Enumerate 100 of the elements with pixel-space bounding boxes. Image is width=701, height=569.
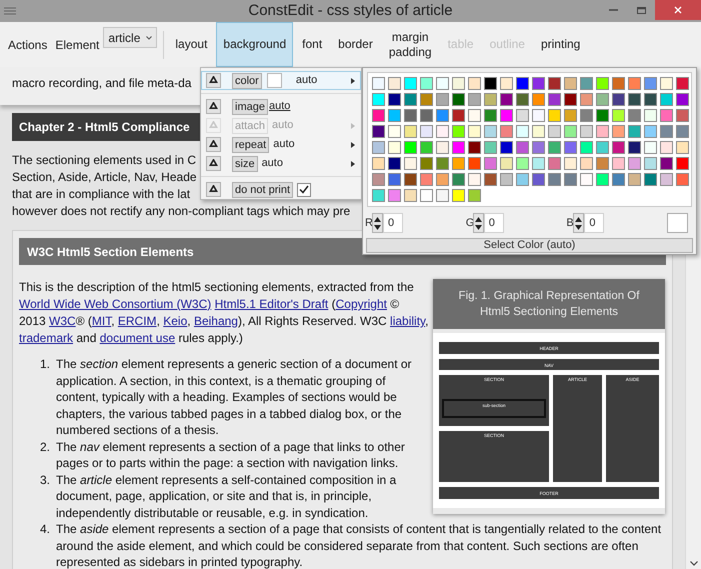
color-swatch[interactable] <box>388 189 401 202</box>
color-swatch[interactable] <box>484 109 497 122</box>
color-swatch[interactable] <box>436 109 449 122</box>
color-swatch[interactable] <box>596 173 609 186</box>
menu-item[interactable]: size auto <box>201 154 361 173</box>
color-swatch[interactable] <box>372 173 385 186</box>
color-swatch[interactable] <box>388 77 401 90</box>
color-swatch[interactable] <box>484 157 497 170</box>
color-swatch[interactable] <box>564 141 577 154</box>
color-swatch[interactable] <box>660 125 673 138</box>
color-swatch[interactable] <box>548 93 561 106</box>
color-swatch[interactable] <box>436 125 449 138</box>
color-swatch[interactable] <box>468 141 481 154</box>
color-swatch[interactable] <box>564 109 577 122</box>
color-swatch[interactable] <box>676 93 689 106</box>
color-swatch[interactable] <box>420 189 433 202</box>
color-swatch[interactable] <box>532 173 545 186</box>
color-swatch[interactable] <box>628 93 641 106</box>
color-swatch[interactable] <box>452 173 465 186</box>
color-swatch[interactable] <box>612 109 625 122</box>
color-swatch[interactable] <box>404 157 417 170</box>
link[interactable]: W3C <box>49 314 76 328</box>
color-swatch[interactable] <box>452 125 465 138</box>
color-swatch[interactable] <box>372 157 385 170</box>
reset-button[interactable] <box>206 73 221 88</box>
color-swatch[interactable] <box>436 189 449 202</box>
color-swatch[interactable] <box>420 93 433 106</box>
property-link[interactable]: auto <box>268 98 290 115</box>
color-swatch[interactable] <box>580 109 593 122</box>
color-swatch[interactable] <box>404 109 417 122</box>
color-swatch[interactable] <box>436 173 449 186</box>
color-swatch[interactable] <box>516 173 529 186</box>
color-swatch[interactable] <box>532 125 545 138</box>
color-swatch[interactable] <box>516 109 529 122</box>
color-swatch[interactable] <box>484 173 497 186</box>
color-swatch[interactable] <box>484 141 497 154</box>
color-swatch[interactable] <box>644 157 657 170</box>
color-swatch[interactable] <box>468 125 481 138</box>
color-swatch[interactable] <box>548 125 561 138</box>
color-swatch[interactable] <box>548 141 561 154</box>
color-swatch[interactable] <box>404 77 417 90</box>
color-swatch[interactable] <box>404 189 417 202</box>
color-swatch[interactable] <box>660 109 673 122</box>
color-swatch[interactable] <box>372 93 385 106</box>
color-swatch[interactable] <box>564 125 577 138</box>
property-toggle[interactable]: color <box>232 72 262 88</box>
checkbox[interactable] <box>297 182 312 196</box>
color-swatch[interactable] <box>266 73 282 88</box>
color-swatch[interactable] <box>372 125 385 138</box>
scroll-down-icon[interactable] <box>690 561 698 566</box>
color-swatch[interactable] <box>532 77 545 90</box>
property-toggle[interactable]: do not print <box>232 182 294 198</box>
color-swatch[interactable] <box>436 141 449 154</box>
color-swatch[interactable] <box>484 93 497 106</box>
close-button[interactable] <box>655 0 701 20</box>
color-swatch[interactable] <box>532 141 545 154</box>
link[interactable]: trademark <box>19 331 74 345</box>
spin-button[interactable] <box>573 213 584 233</box>
color-swatch[interactable] <box>372 189 385 202</box>
color-swatch[interactable] <box>452 109 465 122</box>
color-swatch[interactable] <box>468 77 481 90</box>
link[interactable]: Html5.1 Editor's Draft <box>214 297 328 311</box>
color-swatch[interactable] <box>404 125 417 138</box>
color-swatch[interactable] <box>564 173 577 186</box>
value-field[interactable]: 0 <box>584 213 604 233</box>
spin-button[interactable] <box>372 213 383 233</box>
value-field[interactable]: 0 <box>484 213 504 233</box>
link[interactable]: Copyright <box>336 297 387 311</box>
color-swatch[interactable] <box>660 157 673 170</box>
color-swatch[interactable] <box>388 141 401 154</box>
color-swatch[interactable] <box>532 157 545 170</box>
link[interactable]: ERCIM <box>118 314 157 328</box>
color-swatch[interactable] <box>420 157 433 170</box>
color-swatch[interactable] <box>612 77 625 90</box>
color-swatch[interactable] <box>500 109 513 122</box>
color-swatch[interactable] <box>676 173 689 186</box>
color-swatch[interactable] <box>452 77 465 90</box>
color-swatch[interactable] <box>404 141 417 154</box>
menu-item[interactable]: do not print <box>201 180 361 199</box>
color-swatch[interactable] <box>468 109 481 122</box>
color-swatch[interactable] <box>500 77 513 90</box>
reset-button[interactable] <box>206 137 221 152</box>
color-swatch[interactable] <box>388 173 401 186</box>
color-swatch[interactable] <box>644 141 657 154</box>
color-swatch[interactable] <box>628 109 641 122</box>
color-swatch[interactable] <box>548 173 561 186</box>
color-swatch[interactable] <box>516 141 529 154</box>
color-swatch[interactable] <box>612 125 625 138</box>
color-swatch[interactable] <box>628 157 641 170</box>
color-swatch[interactable] <box>612 141 625 154</box>
color-swatch[interactable] <box>612 93 625 106</box>
tab[interactable]: layout <box>168 22 214 67</box>
color-swatch[interactable] <box>644 77 657 90</box>
color-swatch[interactable] <box>484 125 497 138</box>
color-swatch[interactable] <box>660 77 673 90</box>
color-swatch[interactable] <box>596 125 609 138</box>
color-swatch[interactable] <box>404 93 417 106</box>
actions-menu[interactable]: Actions <box>6 34 50 54</box>
select-color-button[interactable]: Select Color (auto) <box>366 238 693 253</box>
color-swatch[interactable] <box>628 125 641 138</box>
